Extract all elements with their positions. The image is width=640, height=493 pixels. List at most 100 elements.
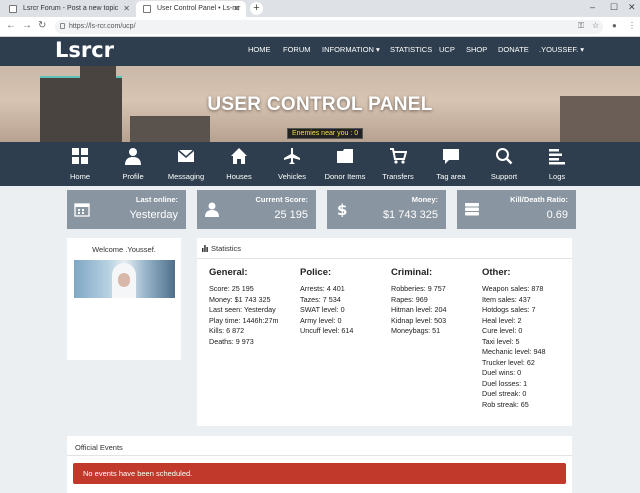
site-navbar: Lsrcr HOME FORUM INFORMATION ▾ STATISTIC… — [0, 37, 640, 66]
site-logo[interactable]: Lsrcr — [55, 38, 114, 62]
police-column: Police: Arrests: 4 401 Tazes: 7 534 SWAT… — [300, 267, 353, 337]
tab-title: Lsrcr Forum - Post a new topic — [23, 5, 119, 12]
welcome-panel: Welcome .Youssef. — [67, 238, 181, 360]
nav-forum[interactable]: FORUM — [283, 45, 311, 54]
stat-row: Tazes: 7 534 — [300, 294, 341, 304]
button-label: Tag area — [436, 172, 466, 181]
button-label: Donor Items — [324, 172, 366, 181]
stat-row: Score: 25 195 — [209, 284, 254, 293]
card-value: 0.69 — [546, 209, 568, 221]
column-heading: Other: — [482, 267, 511, 278]
statistics-panel: Statistics General: Score: 25 195 Money:… — [197, 238, 572, 426]
statistics-header: Statistics — [197, 238, 572, 259]
url-text: https://ls-rcr.com/ucp/ — [69, 23, 136, 30]
stat-row: Cure level: 0 — [482, 326, 523, 335]
close-window-icon[interactable]: ✕ — [628, 2, 636, 13]
nav-statistics[interactable]: STATISTICS — [390, 45, 432, 54]
cart-icon — [390, 148, 407, 164]
search-icon — [496, 148, 513, 165]
ucp-profile-button[interactable]: Profile — [106, 142, 160, 186]
building-top — [80, 66, 116, 82]
nav-home[interactable]: HOME — [248, 45, 271, 54]
events-title: Official Events — [75, 443, 123, 452]
stat-row: Duel wins: 0 — [482, 368, 522, 377]
key-icon[interactable]: ⚿ — [578, 21, 584, 31]
minimize-icon[interactable]: – — [590, 2, 595, 12]
ucp-houses-button[interactable]: Houses — [212, 142, 266, 186]
card-label: Current Score: — [255, 195, 308, 204]
stat-row: Rapes: 969 — [391, 294, 428, 304]
nav-user-menu[interactable]: .YOUSSEF. ▾ — [539, 45, 584, 54]
browser-tab-ucp[interactable]: User Control Panel • Ls-rcr ✕ — [136, 1, 246, 17]
ucp-support-button[interactable]: Support — [477, 142, 531, 186]
nav-ucp[interactable]: UCP — [439, 45, 455, 54]
button-label: Houses — [226, 172, 252, 181]
building-mid — [130, 116, 210, 142]
button-label: Vehicles — [278, 172, 306, 181]
card-label: Kill/Death Ratio: — [510, 195, 568, 204]
ucp-logs-button[interactable]: Logs — [530, 142, 584, 186]
tab-title: User Control Panel • Ls-rcr — [157, 5, 241, 12]
user-icon — [205, 202, 219, 217]
card-value: Yesterday — [129, 209, 178, 221]
forward-icon[interactable]: → — [22, 20, 32, 31]
page-icon — [143, 5, 151, 13]
stat-row: Hitman level: 204 — [391, 305, 447, 314]
ucp-tag-area-button[interactable]: Tag area — [424, 142, 478, 186]
stat-row: SWAT level: 0 — [300, 305, 345, 314]
enemies-counter: Enemies near you : 0 — [287, 128, 364, 139]
browser-tab-strip: Lsrcr Forum - Post a new topic ✕ User Co… — [0, 0, 640, 17]
grid-icon — [72, 148, 88, 164]
button-label: Messaging — [167, 172, 205, 181]
bar-chart-icon — [202, 245, 208, 252]
maximize-icon[interactable]: ☐ — [610, 2, 618, 13]
nav-information[interactable]: INFORMATION ▾ — [322, 45, 380, 54]
ucp-home-button[interactable]: Home — [53, 142, 107, 186]
calendar-icon — [74, 203, 90, 217]
back-icon[interactable]: ← — [6, 20, 16, 31]
nav-donate[interactable]: DONATE — [498, 45, 529, 54]
reload-icon[interactable]: ↻ — [38, 20, 46, 31]
ucp-donor-items-button[interactable]: Donor Items — [318, 142, 372, 186]
stat-row: Duel streak: 0 — [482, 389, 527, 398]
column-heading: General: — [209, 267, 248, 278]
svg-text:$: $ — [337, 201, 347, 217]
column-heading: Criminal: — [391, 267, 433, 278]
stat-row: Arrests: 4 401 — [300, 284, 345, 293]
ucp-vehicles-button[interactable]: Vehicles — [265, 142, 319, 186]
no-events-alert: No events have been scheduled. — [73, 463, 566, 484]
stat-row: Robberies: 9 757 — [391, 284, 446, 293]
money-card: $ Money: $1 743 325 — [327, 190, 446, 229]
stat-row: Heal level: 2 — [482, 315, 522, 325]
ucp-transfers-button[interactable]: Transfers — [371, 142, 425, 186]
star-icon[interactable]: ☆ — [592, 21, 599, 30]
comment-icon — [443, 149, 459, 164]
welcome-text: Welcome .Youssef. — [92, 245, 156, 254]
url-field[interactable]: https://ls-rcr.com/ucp/ — [55, 20, 603, 34]
stat-row: Last seen: Yesterday — [209, 305, 276, 314]
stat-row: Uncuff level: 614 — [300, 326, 354, 335]
menu-icon[interactable]: ⋮ — [628, 21, 636, 30]
new-tab-button[interactable]: + — [250, 2, 263, 15]
house-icon — [231, 148, 247, 164]
close-tab-icon[interactable]: ✕ — [123, 4, 130, 13]
column-heading: Police: — [300, 267, 332, 278]
folder-icon — [337, 149, 353, 163]
close-tab-icon[interactable]: ✕ — [233, 4, 240, 13]
divider — [67, 455, 572, 456]
stat-row: Mechanic level: 948 — [482, 347, 546, 356]
stat-row: Duel losses: 1 — [482, 378, 528, 388]
dollar-icon: $ — [337, 201, 347, 217]
ucp-messaging-button[interactable]: Messaging — [159, 142, 213, 186]
nav-shop[interactable]: SHOP — [466, 45, 487, 54]
browser-tab-forum[interactable]: Lsrcr Forum - Post a new topic ✕ — [2, 1, 136, 17]
plane-icon — [284, 148, 300, 164]
stat-row: Army level: 0 — [300, 315, 342, 325]
list-icon — [549, 149, 565, 165]
profile-icon[interactable]: ● — [612, 21, 617, 30]
card-value: $1 743 325 — [382, 209, 438, 221]
current-score-card: Current Score: 25 195 — [197, 190, 316, 229]
general-column: General: Score: 25 195 Money: $1 743 325… — [209, 267, 279, 347]
lock-icon — [60, 23, 65, 29]
button-label: Logs — [548, 172, 566, 181]
